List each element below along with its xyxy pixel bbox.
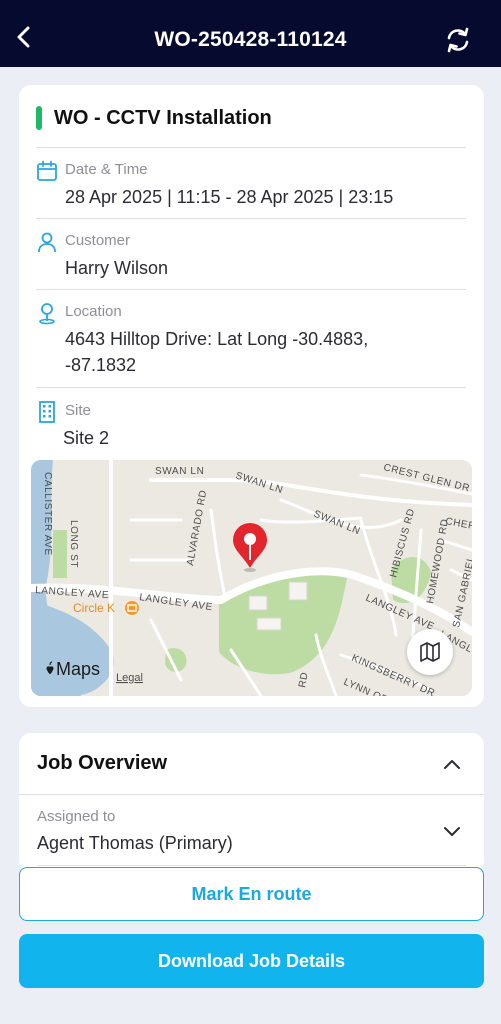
site-label: Site: [65, 402, 91, 419]
customer-label: Customer: [65, 232, 131, 249]
location-pin-icon: [39, 303, 55, 325]
location-value: 4643 Hilltop Drive: Lat Long -30.4883, -…: [65, 329, 369, 375]
top-bar: WO-250428-110124: [0, 0, 501, 67]
divider: [36, 289, 466, 290]
divider: [19, 794, 484, 795]
divider: [36, 387, 466, 388]
chevron-up-icon[interactable]: [440, 752, 464, 776]
refresh-icon[interactable]: [443, 25, 473, 55]
assigned-to-value[interactable]: Agent Thomas (Primary): [37, 833, 233, 854]
divider: [37, 865, 466, 866]
legal-link[interactable]: Legal: [116, 672, 143, 684]
map-canvas: SWAN LN SWAN LN SWAN LN CREST GLEN DR CH…: [31, 460, 472, 696]
map-street-label: LONG ST: [68, 520, 79, 568]
person-icon: [38, 232, 56, 253]
map-street-label: SWAN LN: [155, 466, 204, 477]
building-icon: [39, 401, 55, 423]
status-indicator: [36, 106, 42, 130]
customer-value: Harry Wilson: [65, 258, 169, 278]
location-map[interactable]: SWAN LN SWAN LN SWAN LN CREST GLEN DR CH…: [31, 460, 472, 696]
divider: [36, 147, 466, 148]
assigned-to-label: Assigned to: [37, 808, 116, 825]
map-street-label: CALLISTER AVE: [42, 472, 53, 556]
job-overview-title: Job Overview: [37, 752, 168, 774]
date-time-label: Date & Time: [65, 161, 148, 178]
download-job-details-button[interactable]: Download Job Details: [19, 934, 484, 988]
mark-en-route-button[interactable]: Mark En route: [19, 867, 484, 921]
calendar-icon: [37, 160, 57, 181]
chevron-down-icon[interactable]: [440, 819, 464, 843]
store-icon: [125, 601, 139, 615]
divider: [36, 218, 466, 219]
maps-attribution: Maps: [56, 659, 100, 679]
site-value: Site 2: [63, 428, 110, 448]
location-label: Location: [65, 303, 122, 320]
work-order-title: WO - CCTV Installation: [54, 106, 272, 129]
map-icon: [420, 642, 440, 662]
work-order-header: WO - CCTV Installation: [36, 105, 272, 131]
work-order-card: WO - CCTV Installation Date & Time 28 Ap…: [19, 85, 484, 707]
date-time-value: 28 Apr 2025 | 11:15 - 28 Apr 2025 | 23:1…: [65, 187, 394, 207]
job-overview-card: Job Overview Assigned to Agent Thomas (P…: [19, 733, 484, 873]
page-title: WO-250428-110124: [154, 28, 347, 51]
map-poi-label: Circle K: [73, 601, 115, 615]
open-maps-button[interactable]: [407, 629, 453, 675]
